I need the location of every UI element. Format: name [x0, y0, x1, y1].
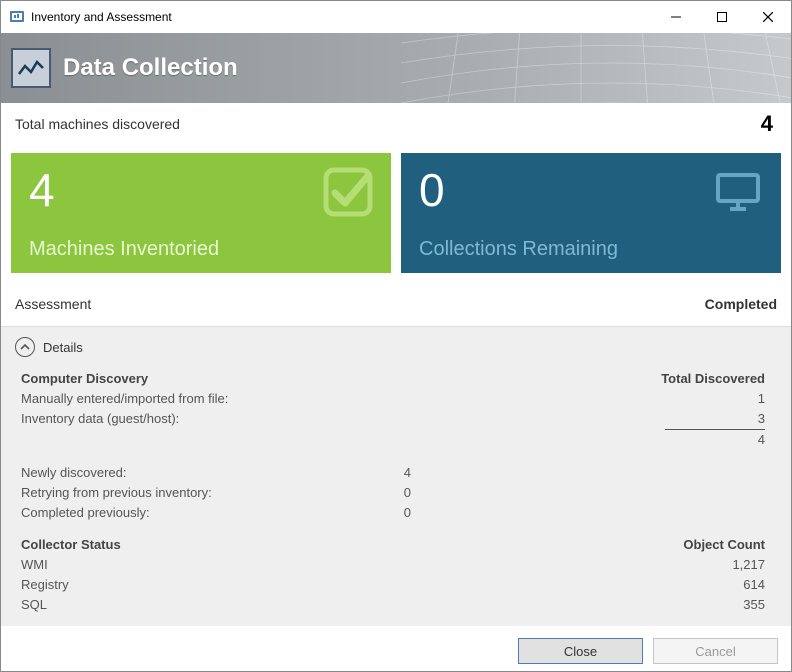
minimize-button[interactable] — [653, 1, 699, 33]
collector-row-label: WMI — [21, 555, 301, 575]
progress-row-label: Completed previously: — [21, 503, 301, 523]
collector-row-label: Registry — [21, 575, 301, 595]
header-icon — [11, 48, 51, 88]
collector-row: SQL 355 — [21, 595, 771, 615]
details-label: Details — [43, 340, 83, 355]
maximize-button[interactable] — [699, 1, 745, 33]
discovery-row-label: Manually entered/imported from file: — [21, 389, 301, 409]
assessment-status: Completed — [705, 296, 777, 312]
collector-row: Registry 614 — [21, 575, 771, 595]
cancel-button: Cancel — [653, 638, 778, 664]
page-title: Data Collection — [63, 54, 238, 82]
progress-row-count: 4 — [301, 463, 411, 483]
inventoried-value: 4 — [29, 167, 373, 213]
close-button[interactable]: Close — [518, 638, 643, 664]
chevron-up-icon — [15, 337, 35, 357]
progress-row-label: Retrying from previous inventory: — [21, 483, 301, 503]
inventoried-caption: Machines Inventoried — [29, 238, 219, 261]
remaining-caption: Collections Remaining — [419, 238, 618, 261]
collector-row-count: 1,217 — [411, 555, 771, 575]
app-icon — [9, 9, 25, 25]
collector-row-label: SQL — [21, 595, 301, 615]
header-banner: Data Collection — [1, 33, 791, 103]
remaining-value: 0 — [419, 167, 763, 213]
total-discovered-label: Total machines discovered — [15, 116, 180, 132]
discovery-heading: Computer Discovery — [21, 369, 301, 389]
collector-row: WMI 1,217 — [21, 555, 771, 575]
progress-row-label: Newly discovered: — [21, 463, 301, 483]
progress-row-count: 0 — [301, 503, 411, 523]
total-discovered-row: Total machines discovered 4 — [1, 103, 791, 145]
discovery-row-total: 1 — [411, 389, 771, 409]
collector-row-count: 355 — [411, 595, 771, 615]
title-bar: Inventory and Assessment — [1, 1, 791, 33]
total-discovered-heading: Total Discovered — [411, 369, 771, 389]
window-title: Inventory and Assessment — [31, 10, 172, 24]
tile-machines-inventoried: 4 Machines Inventoried — [11, 153, 391, 273]
assessment-row: Assessment Completed — [1, 281, 791, 327]
collector-heading: Collector Status — [21, 535, 301, 555]
header-grid-decor — [401, 33, 791, 103]
discovery-row-label: Inventory data (guest/host): — [21, 409, 301, 429]
progress-row: Newly discovered: 4 — [21, 463, 771, 483]
progress-row: Retrying from previous inventory: 0 — [21, 483, 771, 503]
assessment-label: Assessment — [15, 296, 91, 312]
dialog-footer: Close Cancel — [0, 638, 792, 664]
tile-collections-remaining: 0 Collections Remaining — [401, 153, 781, 273]
close-window-button[interactable] — [745, 1, 791, 33]
collector-row-count: 614 — [411, 575, 771, 595]
progress-row-count: 0 — [301, 483, 411, 503]
discovery-row-total: 3 — [411, 409, 771, 429]
discovery-row: Manually entered/imported from file: 1 — [21, 389, 771, 409]
object-count-heading: Object Count — [411, 535, 771, 555]
details-toggle[interactable]: Details — [15, 337, 777, 357]
summary-tiles: 4 Machines Inventoried 0 Collections Rem… — [1, 145, 791, 281]
checkmark-icon — [323, 167, 373, 217]
total-discovered-value: 4 — [761, 111, 773, 137]
monitor-icon — [713, 167, 763, 217]
details-body: Computer Discovery Total Discovered Manu… — [15, 369, 777, 622]
progress-row: Completed previously: 0 — [21, 503, 771, 523]
discovery-sum: 4 — [411, 430, 771, 450]
discovery-row: Inventory data (guest/host): 3 — [21, 409, 771, 429]
details-section: Details Computer Discovery Total Discove… — [1, 327, 791, 626]
